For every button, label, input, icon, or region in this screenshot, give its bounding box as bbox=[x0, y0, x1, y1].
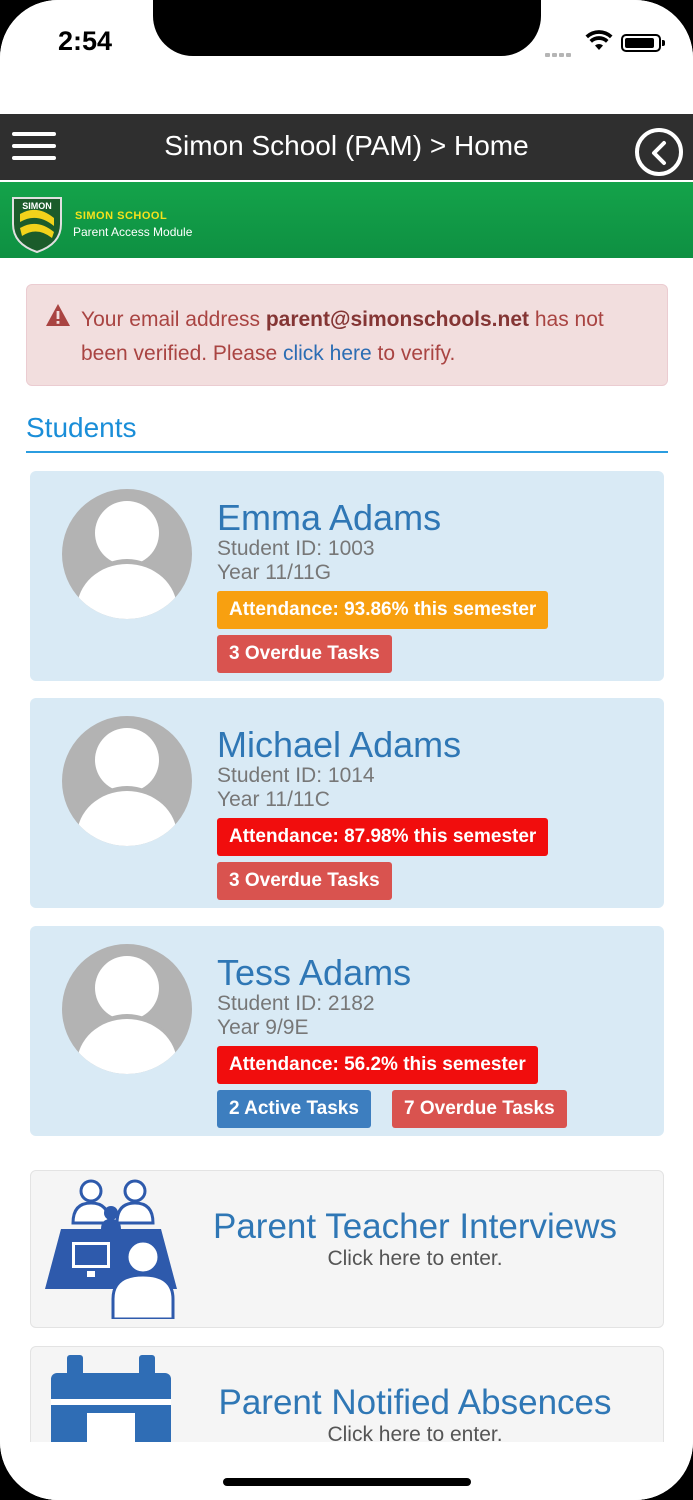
student-year: Year 11/11C bbox=[217, 788, 330, 811]
students-heading: Students bbox=[26, 412, 137, 443]
student-card[interactable]: Michael Adams Student ID: 1014 Year 11/1… bbox=[30, 698, 664, 908]
module-title: Parent Teacher Interviews bbox=[212, 1207, 617, 1246]
chevron-left-icon bbox=[652, 141, 666, 165]
module-name: Parent Access Module bbox=[73, 225, 193, 239]
verify-email-link[interactable]: click here bbox=[283, 342, 372, 365]
cellular-signal-icon bbox=[545, 44, 573, 62]
overdue-tasks-badge[interactable]: 7 Overdue Tasks bbox=[392, 1090, 567, 1128]
back-button[interactable] bbox=[635, 128, 683, 176]
page-title: Simon School (PAM) > Home bbox=[164, 130, 529, 161]
school-name: SIMON SCHOOL bbox=[75, 210, 168, 222]
battery-icon bbox=[621, 34, 665, 52]
attendance-badge[interactable]: Attendance: 56.2% this semester bbox=[217, 1046, 538, 1084]
student-card[interactable]: Tess Adams Student ID: 2182 Year 9/9E At… bbox=[30, 926, 664, 1136]
status-bar: 2:54 bbox=[0, 0, 693, 100]
svg-text:SIMON: SIMON bbox=[22, 201, 52, 211]
school-brand-banner: SIMON SIMON SCHOOL Parent Access Module bbox=[0, 182, 693, 258]
overdue-tasks-badge[interactable]: 3 Overdue Tasks bbox=[217, 862, 392, 900]
student-name[interactable]: Emma Adams bbox=[217, 497, 441, 539]
attendance-badge[interactable]: Attendance: 87.98% this semester bbox=[217, 818, 549, 856]
status-time: 2:54 bbox=[58, 26, 113, 56]
warning-icon bbox=[46, 304, 70, 326]
student-avatar bbox=[62, 716, 192, 846]
attendance-badge[interactable]: Attendance: 93.86% this semester bbox=[217, 591, 549, 629]
student-avatar bbox=[62, 944, 192, 1074]
device-notch bbox=[153, 0, 541, 56]
phone-screen: 2:54 Simon School (PAM) > Home SIMON SIM… bbox=[0, 0, 693, 1500]
student-name[interactable]: Michael Adams bbox=[217, 724, 461, 766]
alert-text: to verify. bbox=[371, 342, 456, 365]
module-subtitle: Click here to enter. bbox=[327, 1247, 503, 1270]
student-id: Student ID: 2182 bbox=[217, 992, 375, 1015]
email-verification-alert: Your email address parent@simonschools.n… bbox=[26, 284, 668, 386]
student-avatar bbox=[62, 489, 192, 619]
active-tasks-badge[interactable]: 2 Active Tasks bbox=[217, 1090, 371, 1128]
alert-email: parent@simonschools.net bbox=[265, 308, 530, 331]
student-id: Student ID: 1003 bbox=[217, 537, 375, 560]
bottom-safe-area bbox=[0, 1442, 693, 1500]
section-divider bbox=[26, 451, 668, 453]
student-year: Year 9/9E bbox=[217, 1016, 309, 1039]
wifi-icon bbox=[585, 30, 613, 50]
interview-icon bbox=[45, 1179, 177, 1319]
school-crest-logo: SIMON bbox=[12, 197, 62, 254]
home-indicator[interactable] bbox=[223, 1478, 471, 1486]
overdue-tasks-badge[interactable]: 3 Overdue Tasks bbox=[217, 635, 392, 673]
module-title: Parent Notified Absences bbox=[218, 1383, 612, 1422]
student-card[interactable]: Emma Adams Student ID: 1003 Year 11/11G … bbox=[30, 471, 664, 681]
parent-teacher-interviews-card[interactable]: Parent Teacher Interviews Click here to … bbox=[30, 1170, 664, 1328]
alert-text: Your email address bbox=[81, 308, 266, 331]
student-name[interactable]: Tess Adams bbox=[217, 952, 411, 994]
student-id: Student ID: 1014 bbox=[217, 764, 375, 787]
alert-message: Your email address parent@simonschools.n… bbox=[81, 303, 651, 371]
top-navbar: Simon School (PAM) > Home bbox=[0, 114, 693, 180]
student-year: Year 11/11G bbox=[217, 561, 332, 584]
